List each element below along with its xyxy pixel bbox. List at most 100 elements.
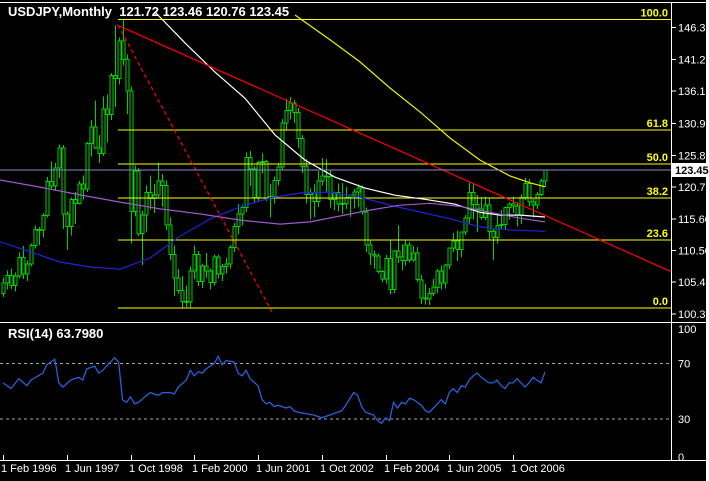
candle-body xyxy=(380,271,385,280)
price-axis-label: 100.30 xyxy=(678,309,709,321)
candle-body xyxy=(320,175,325,182)
candle-body xyxy=(244,156,249,209)
candle-body xyxy=(65,213,70,227)
candle-body xyxy=(172,253,177,279)
candle-body xyxy=(93,126,98,149)
time-axis-label: 1 Feb 2000 xyxy=(192,463,248,475)
candle-body xyxy=(264,161,269,199)
candle-body xyxy=(312,192,317,202)
candle-body xyxy=(73,199,78,204)
candle-body xyxy=(316,180,321,202)
candle-body xyxy=(523,182,528,199)
candle-body xyxy=(352,191,357,196)
fib-label: 61.8 xyxy=(647,118,668,130)
candle-body xyxy=(69,199,74,227)
candle-body xyxy=(300,138,305,168)
candle-body xyxy=(447,247,452,266)
price-axis-label: 136.15 xyxy=(678,86,709,98)
candle-body xyxy=(451,240,456,249)
candle-body xyxy=(511,203,516,207)
candle-body xyxy=(543,169,548,182)
candle-body xyxy=(81,183,86,190)
price-axis-label: 115.60 xyxy=(678,214,709,226)
time-axis-label: 1 Oct 1998 xyxy=(129,463,183,475)
candle-body xyxy=(491,230,496,239)
candle-body xyxy=(204,265,209,272)
candle-body xyxy=(368,244,373,255)
candle-body xyxy=(192,253,197,272)
candle-body xyxy=(419,279,424,299)
candle-body xyxy=(117,40,122,79)
candle-body xyxy=(248,156,253,170)
candle-body xyxy=(332,192,337,200)
candle-body xyxy=(140,214,145,235)
fib-label: 23.6 xyxy=(647,228,668,240)
candle-body xyxy=(384,258,389,280)
candle-body xyxy=(431,286,436,294)
candle-body xyxy=(471,192,476,205)
candle-body xyxy=(29,245,34,265)
candle-body xyxy=(296,112,301,140)
fib-label: 50.0 xyxy=(647,152,668,164)
price-axis-label: 125.80 xyxy=(678,150,709,162)
candle-body xyxy=(435,270,440,288)
candle-body xyxy=(252,168,257,199)
candle-body xyxy=(388,258,393,291)
time-axis-label: 1 Jun 1997 xyxy=(65,463,119,475)
candle-body xyxy=(13,275,18,286)
candle-body xyxy=(61,147,66,215)
candle-body xyxy=(129,90,134,212)
candle-body xyxy=(328,176,333,201)
candle-body xyxy=(423,297,428,300)
price-axis-label: 120.70 xyxy=(678,182,709,194)
candle-body xyxy=(156,180,161,196)
rsi-axis-label: 70 xyxy=(678,358,690,370)
candle-body xyxy=(101,108,106,155)
candle-body xyxy=(519,197,524,216)
candle-body xyxy=(1,282,6,294)
rsi-axis-label: 0 xyxy=(678,452,684,464)
candle-body xyxy=(455,240,460,250)
candle-body xyxy=(304,166,309,196)
candle-body xyxy=(459,231,464,250)
candle-body xyxy=(125,59,130,92)
price-axis-label: 105.40 xyxy=(678,277,709,289)
current-price-marker: 123.45 xyxy=(672,163,709,177)
candle-body xyxy=(260,161,265,164)
candle-body xyxy=(85,143,90,190)
candle-body xyxy=(212,256,217,283)
candle-body xyxy=(403,244,408,261)
candle-body xyxy=(527,182,532,203)
candle-body xyxy=(160,180,165,186)
candle-body xyxy=(180,289,185,302)
candle-body xyxy=(344,197,349,204)
candle-body xyxy=(515,205,520,216)
candle-body xyxy=(164,184,169,226)
candle-body xyxy=(443,264,448,284)
candle-body xyxy=(356,187,361,193)
candle-body xyxy=(17,256,22,277)
fib-label: 100.0 xyxy=(640,8,668,20)
time-axis-label: 1 Jun 2001 xyxy=(256,463,310,475)
fib-label: 0.0 xyxy=(653,296,668,308)
candle-body xyxy=(288,102,293,112)
candle-body xyxy=(136,170,141,235)
time-axis-label: 1 Feb 1996 xyxy=(1,463,57,475)
candle-body xyxy=(240,207,245,215)
candle-body xyxy=(407,244,412,261)
candle-body xyxy=(105,108,110,115)
rsi-axis-label: 100 xyxy=(678,324,696,336)
candle-body xyxy=(200,265,205,283)
candle-body xyxy=(499,223,504,227)
chart-title: USDJPY,Monthly 121.72 123.46 120.76 123.… xyxy=(8,4,290,19)
chart-canvas[interactable]: 100.0 61.8 50.0 38.2 23.6 0.0 146.35 141.25 136.… xyxy=(0,0,709,481)
rsi-axis-label: 30 xyxy=(678,414,690,426)
candle-body xyxy=(57,147,62,169)
price-axis-label: 110.50 xyxy=(678,246,709,258)
candle-body xyxy=(276,166,281,181)
candle-body xyxy=(184,301,189,303)
candle-body xyxy=(439,270,444,284)
candle-body xyxy=(196,253,201,283)
candle-body xyxy=(53,167,58,187)
candle-body xyxy=(144,192,149,216)
